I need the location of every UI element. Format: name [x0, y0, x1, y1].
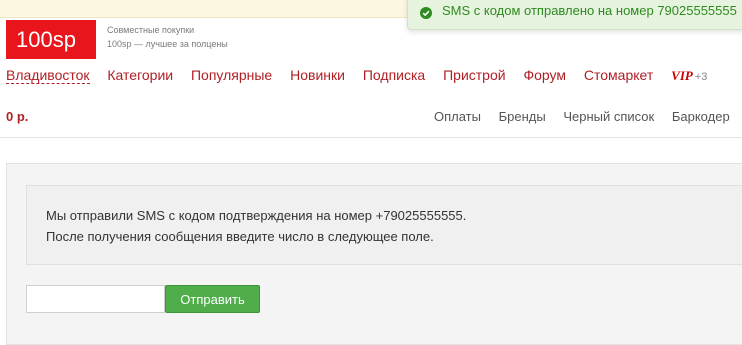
subnav-item-brands[interactable]: Бренды — [499, 109, 546, 124]
nav-item-stomarket[interactable]: Стомаркет — [584, 67, 653, 83]
sms-info-box — [26, 185, 742, 265]
nav-item-new[interactable]: Новинки — [290, 67, 345, 83]
tagline-subtitle: 100sp — лучшее за полцены — [107, 39, 228, 49]
nav-item-subscription[interactable]: Подписка — [363, 67, 425, 83]
nav-item-vip[interactable]: VIP — [671, 68, 693, 83]
nav-item-pristroy[interactable]: Пристрой — [443, 67, 505, 83]
notification-text: SMS с кодом отправлено на номер 79025555… — [442, 3, 737, 18]
submit-button[interactable]: Отправить — [165, 285, 260, 313]
header-divider — [0, 137, 742, 138]
secondary-nav: Оплаты Бренды Черный список Баркодер Ра — [434, 109, 742, 124]
sms-code-input[interactable] — [26, 285, 165, 313]
subnav-item-payments[interactable]: Оплаты — [434, 109, 481, 124]
sms-sent-notification: SMS с кодом отправлено на номер 79025555… — [407, 0, 742, 30]
subnav-item-blacklist[interactable]: Черный список — [563, 109, 654, 124]
main-nav: Владивосток Категории Популярные Новинки… — [6, 67, 707, 87]
sms-info-text: Мы отправили SMS с кодом подтверждения н… — [46, 208, 467, 223]
subnav-item-barcoder[interactable]: Баркодер — [672, 109, 730, 124]
check-circle-icon — [420, 7, 432, 19]
sms-instruction-text: После получения сообщения введите число … — [46, 229, 434, 244]
nav-item-forum[interactable]: Форум — [523, 67, 566, 83]
site-logo[interactable]: 100sp — [6, 20, 96, 59]
vip-count-badge: +3 — [694, 71, 708, 83]
city-selector[interactable]: Владивосток — [6, 67, 90, 84]
nav-item-categories[interactable]: Категории — [107, 67, 173, 83]
account-balance[interactable]: 0 р. — [6, 109, 28, 124]
tagline-title: Совместные покупки — [107, 25, 195, 35]
nav-item-popular[interactable]: Популярные — [191, 67, 272, 83]
